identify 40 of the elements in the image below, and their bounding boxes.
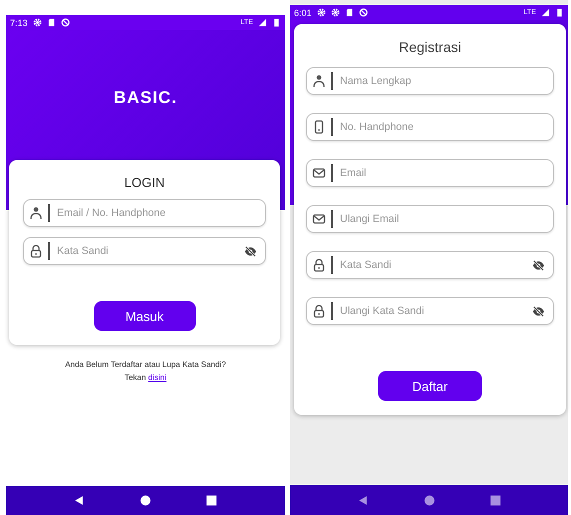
register-prompt: Anda Belum Terdaftar atau Lupa Kata Sandi? Tekan disini <box>64 359 227 384</box>
form-title: Registrasi <box>398 39 462 55</box>
signal-icon <box>258 18 267 27</box>
input-field[interactable]: Nama Lengkap <box>306 67 554 95</box>
sd-card-icon <box>46 18 56 27</box>
lock-icon <box>312 304 326 318</box>
lock-icon <box>29 244 43 258</box>
input-field[interactable]: Ulangi Kata Sandi <box>306 297 554 325</box>
sd-card-icon <box>344 8 354 17</box>
input-field[interactable]: Kata Sandi <box>23 237 266 265</box>
home-icon[interactable] <box>140 495 151 506</box>
phone-icon <box>312 120 326 134</box>
status-time: 6:01 <box>294 8 312 18</box>
status-time: 7:13 <box>10 18 28 28</box>
form-title: LOGIN <box>124 175 165 190</box>
mail-icon <box>312 166 326 180</box>
submit-button[interactable]: Masuk <box>94 301 196 331</box>
submit-button[interactable]: Daftar <box>378 371 482 401</box>
back-icon[interactable] <box>74 495 85 506</box>
blocked-icon <box>60 18 70 27</box>
input-field[interactable]: Email / No. Handphone <box>23 199 266 227</box>
signal-icon <box>541 8 550 17</box>
lock-icon <box>312 258 326 272</box>
eye-off-icon[interactable] <box>532 258 545 272</box>
gear-icon <box>32 18 42 27</box>
recents-icon[interactable] <box>206 495 218 506</box>
eye-off-icon[interactable] <box>532 304 545 318</box>
input-field[interactable]: Email <box>306 159 554 187</box>
eye-off-icon[interactable] <box>244 244 257 258</box>
person-icon <box>29 206 43 220</box>
input-field[interactable]: Ulangi Email <box>306 205 554 233</box>
input-field[interactable]: Kata Sandi <box>306 251 554 279</box>
register-link[interactable]: disini <box>148 373 166 382</box>
blocked-icon <box>358 8 368 17</box>
battery-icon <box>272 18 281 27</box>
battery-icon <box>555 8 564 17</box>
person-icon <box>312 74 326 88</box>
brand-logo: BASIC. <box>114 88 178 109</box>
input-field[interactable]: No. Handphone <box>306 113 554 141</box>
mail-icon <box>312 212 326 226</box>
